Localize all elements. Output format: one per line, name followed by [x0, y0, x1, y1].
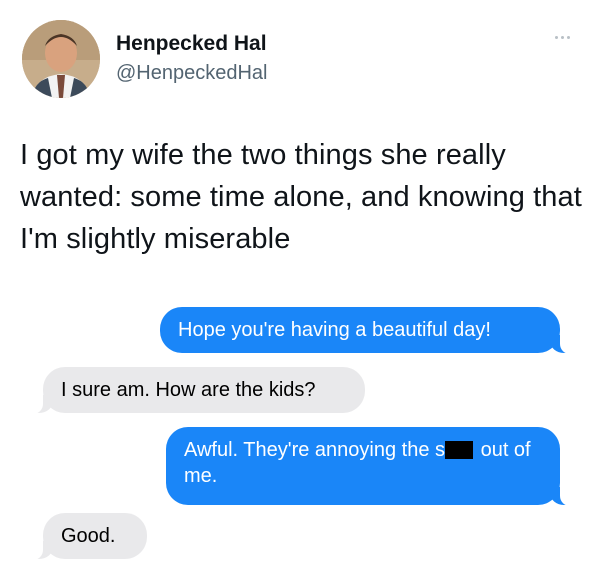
tweet-header: Henpecked Hal @HenpeckedHal: [20, 14, 580, 104]
more-horizontal-icon[interactable]: [550, 32, 574, 42]
received-message-bubble: Good.: [29, 513, 147, 560]
message-text: I sure am. How are the kids?: [61, 379, 316, 401]
display-name[interactable]: Henpecked Hal: [116, 32, 267, 56]
sent-message-bubble: Awful. They're annoying the s out of me.: [166, 427, 574, 506]
message-text: Hope you're having a beautiful day!: [178, 319, 491, 341]
sent-message-bubble: Hope you're having a beautiful day!: [160, 307, 574, 354]
avatar[interactable]: [22, 20, 100, 98]
user-handle[interactable]: @HenpeckedHal: [116, 62, 268, 85]
message-text: Good.: [61, 525, 116, 547]
received-message-bubble: I sure am. How are the kids?: [29, 367, 365, 414]
tweet-text: I got my wife the two things she really …: [20, 139, 582, 255]
message-text-before-redaction: Awful. They're annoying the s: [184, 439, 446, 461]
redaction-bar: [445, 441, 474, 459]
